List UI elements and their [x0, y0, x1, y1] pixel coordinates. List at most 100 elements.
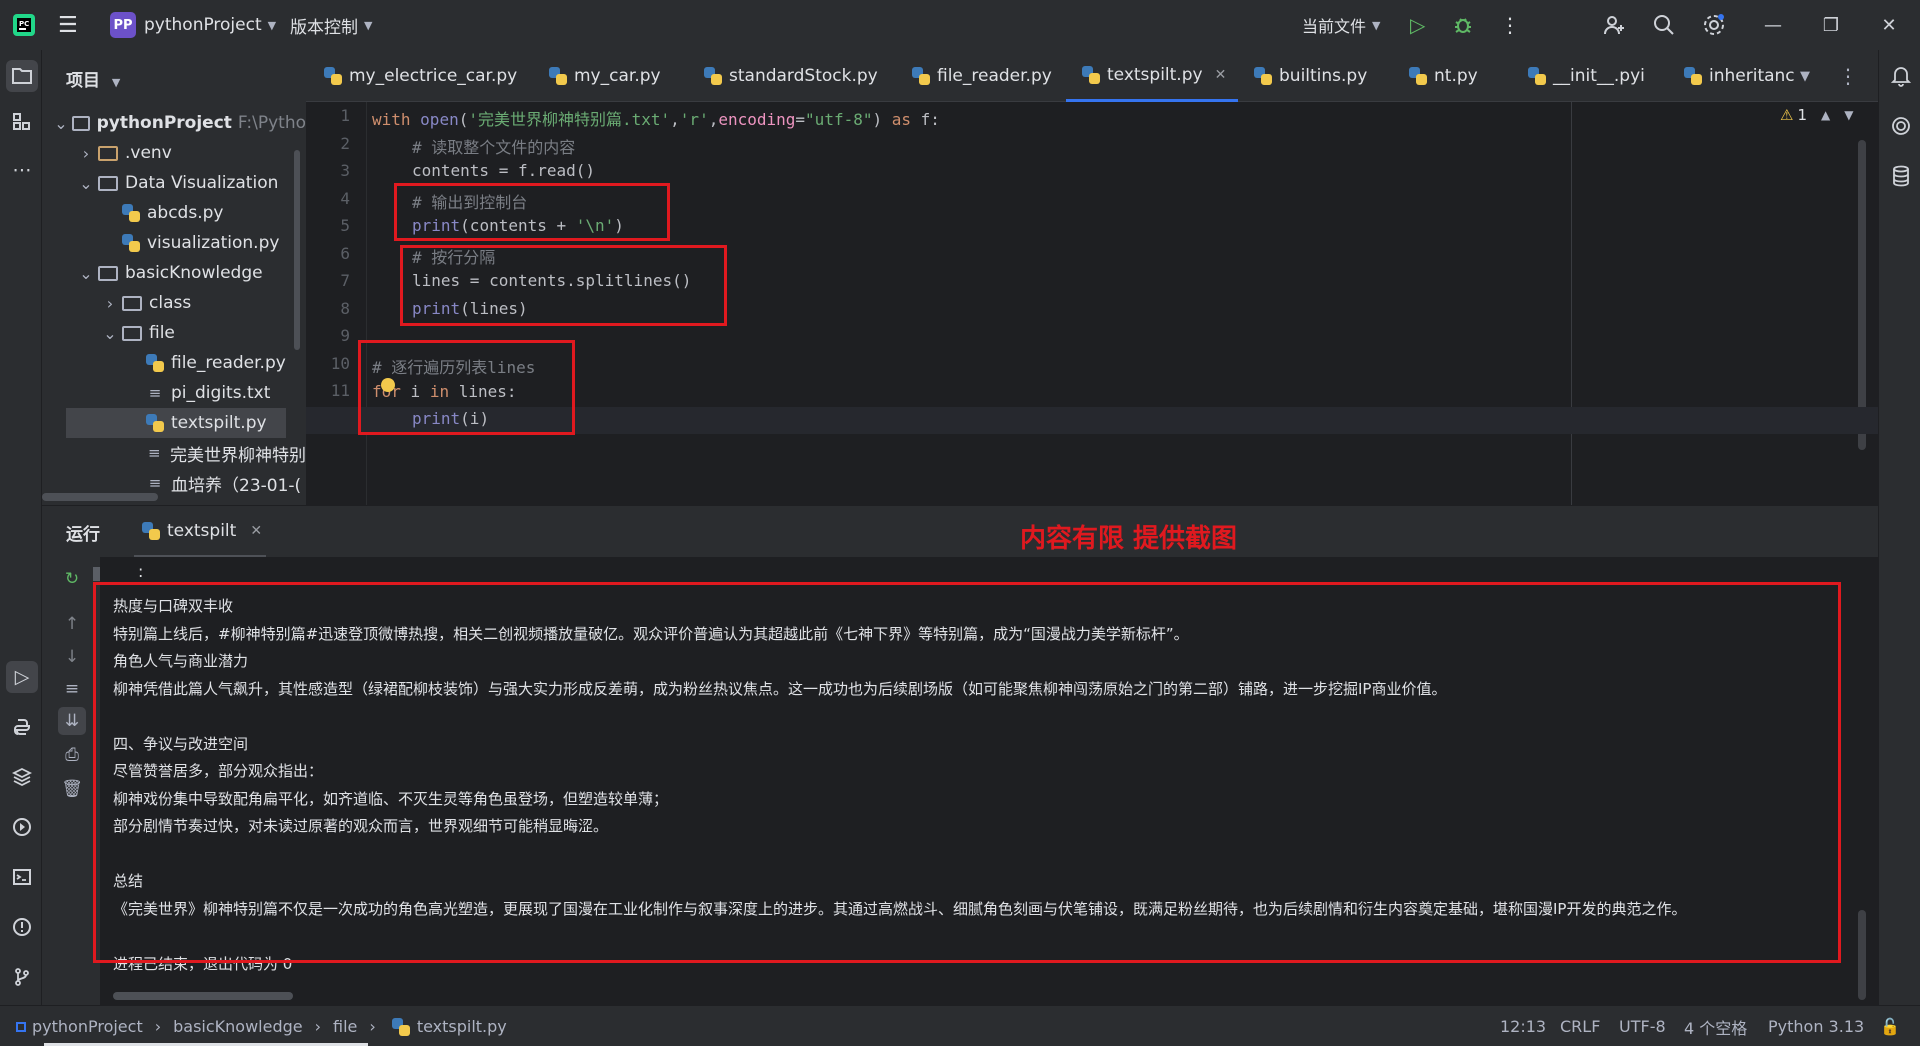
python-file-icon	[122, 234, 140, 252]
indent-setting[interactable]: 4 个空格	[1684, 1006, 1747, 1046]
breadcrumb-item[interactable]: basicKnowledge	[173, 1017, 303, 1036]
editor-tab[interactable]: my_electrice_car.py	[320, 50, 517, 102]
run-config-select[interactable]: 当前文件 ▼	[1302, 0, 1380, 50]
chevron-right-icon[interactable]: ›	[78, 144, 94, 163]
project-panel-header[interactable]: 项目 ▼	[66, 66, 120, 91]
breadcrumb-item[interactable]: file	[333, 1017, 357, 1036]
editor-tab[interactable]: file_reader.py	[908, 50, 1052, 102]
annotation-box-for-loop	[358, 340, 575, 435]
soft-wrap-icon[interactable]: ≡	[58, 675, 86, 703]
terminal-icon[interactable]	[6, 861, 38, 893]
more-vertical-icon[interactable]: ⋮	[1500, 0, 1520, 50]
vertical-scrollbar[interactable]	[294, 150, 300, 350]
play-icon[interactable]: ▷	[1410, 0, 1425, 50]
hamburger-menu-icon[interactable]: ☰	[58, 0, 78, 50]
console-vscrollbar[interactable]	[1858, 910, 1866, 1000]
tree-item-label: abcds.py	[147, 203, 224, 223]
problems-icon[interactable]	[6, 911, 38, 943]
python-file-icon	[146, 354, 164, 372]
editor-tab[interactable]: textspilt.py ✕	[1066, 50, 1239, 102]
database-icon[interactable]	[1885, 160, 1917, 192]
breadcrumb-item[interactable]: pythonProject	[32, 1017, 143, 1036]
trash-icon[interactable]: 🗑	[58, 775, 86, 803]
run-tab-textspilt[interactable]: textspilt ✕	[134, 506, 267, 558]
chevron-down-icon[interactable]: ⌄	[54, 114, 68, 133]
chevron-right-icon[interactable]: ›	[102, 294, 118, 313]
editor-tab[interactable]: __init__.pyi	[1524, 50, 1645, 102]
line-separator[interactable]: CRLF	[1560, 1006, 1600, 1046]
editor-tab[interactable]: standardStock.py	[700, 50, 878, 102]
minimize-icon[interactable]: —	[1748, 0, 1798, 50]
chevron-down-icon[interactable]: ⌄	[102, 324, 118, 343]
chevron-down-icon: ▼	[364, 18, 373, 32]
tabs-dropdown-icon[interactable]: ▼	[1800, 50, 1810, 102]
add-user-icon[interactable]	[1602, 0, 1626, 50]
python-console-icon[interactable]	[6, 711, 38, 743]
maximize-icon[interactable]: ❐	[1806, 0, 1856, 50]
tree-item[interactable]: ≡ 完美世界柳神特别	[42, 438, 306, 468]
services-icon[interactable]	[6, 811, 38, 843]
breadcrumb-item[interactable]: textspilt.py	[417, 1017, 507, 1036]
tree-item[interactable]: ⌄ basicKnowledge	[42, 258, 306, 288]
tree-item[interactable]: › .venv	[42, 138, 306, 168]
tree-item[interactable]: abcds.py	[42, 198, 306, 228]
close-icon[interactable]: ✕	[1215, 67, 1227, 83]
notifications-icon[interactable]	[1885, 60, 1917, 92]
ai-assistant-icon[interactable]	[1885, 110, 1917, 142]
caret-position[interactable]: 12:13	[1500, 1006, 1546, 1046]
code-token: 'r'	[679, 110, 709, 129]
more-vertical-icon[interactable]: ⋮	[1838, 50, 1858, 102]
chevron-down-icon[interactable]: ⌄	[78, 264, 94, 283]
code-token: f:	[920, 110, 940, 129]
structure-icon[interactable]	[6, 106, 38, 138]
file-encoding[interactable]: UTF-8	[1619, 1006, 1666, 1046]
folder-icon[interactable]	[6, 60, 38, 92]
layers-icon[interactable]	[6, 761, 38, 793]
tree-item[interactable]: ⌄ Data Visualization	[42, 168, 306, 198]
rerun-icon[interactable]: ↻	[58, 565, 86, 593]
scroll-end-icon[interactable]: ⇊	[58, 707, 86, 735]
editor-tab[interactable]: builtins.py	[1250, 50, 1367, 102]
git-icon[interactable]	[6, 961, 38, 993]
tree-item[interactable]: textspilt.py	[66, 408, 286, 438]
settings-icon[interactable]	[1702, 0, 1726, 50]
run-tab-label: textspilt	[167, 520, 237, 541]
code-token: open	[420, 110, 459, 129]
close-icon[interactable]: ✕	[250, 523, 262, 539]
close-icon[interactable]: ✕	[1864, 0, 1914, 50]
arrow-down-icon[interactable]: ▼	[1844, 108, 1853, 122]
arrow-up-icon[interactable]: ↑	[58, 610, 86, 638]
code-token: ,	[708, 110, 719, 129]
editor-scrollbar[interactable]	[1858, 140, 1866, 450]
more-icon[interactable]: ⋯	[6, 154, 38, 186]
vcs-menu[interactable]: 版本控制 ▼	[290, 0, 372, 50]
debug-icon[interactable]	[1452, 0, 1474, 50]
chevron-down-icon: ▼	[1372, 18, 1381, 32]
search-icon[interactable]	[1652, 0, 1676, 50]
tree-item[interactable]: visualization.py	[42, 228, 306, 258]
python-file-icon	[391, 1017, 410, 1036]
editor-tab[interactable]: nt.py	[1405, 50, 1478, 102]
python-file-icon	[1409, 67, 1427, 85]
chevron-down-icon[interactable]: ⌄	[78, 174, 94, 193]
line-number: 10	[330, 353, 350, 373]
editor-tab[interactable]: inheritanc	[1680, 50, 1795, 102]
tree-item[interactable]: file_reader.py	[42, 348, 306, 378]
run-icon[interactable]: ▷	[6, 661, 38, 693]
editor-tab[interactable]: my_car.py	[545, 50, 661, 102]
console-hscrollbar[interactable]	[113, 992, 293, 1000]
tree-item[interactable]: › class	[42, 288, 306, 318]
arrow-up-icon[interactable]: ▲	[1821, 108, 1830, 122]
python-interpreter[interactable]: Python 3.13	[1768, 1006, 1864, 1046]
tree-item[interactable]: ⌄ file	[42, 318, 306, 348]
editor-tab-label: my_electrice_car.py	[349, 66, 518, 86]
tree-item-label: file_reader.py	[171, 353, 286, 373]
tree-item[interactable]: ≡ pi_digits.txt	[42, 378, 306, 408]
lock-icon[interactable]: 🔓	[1880, 1006, 1900, 1046]
inspection-widget[interactable]: ⚠ 1 ▲ ▼	[1780, 106, 1853, 124]
project-switcher[interactable]: PP pythonProject ▼	[110, 0, 276, 50]
tree-item[interactable]: ⌄ pythonProject F:\Pytho	[42, 108, 306, 138]
horizontal-scrollbar[interactable]	[42, 493, 158, 501]
arrow-down-icon[interactable]: ↓	[58, 643, 86, 671]
print-icon[interactable]: ⎙	[58, 741, 86, 769]
